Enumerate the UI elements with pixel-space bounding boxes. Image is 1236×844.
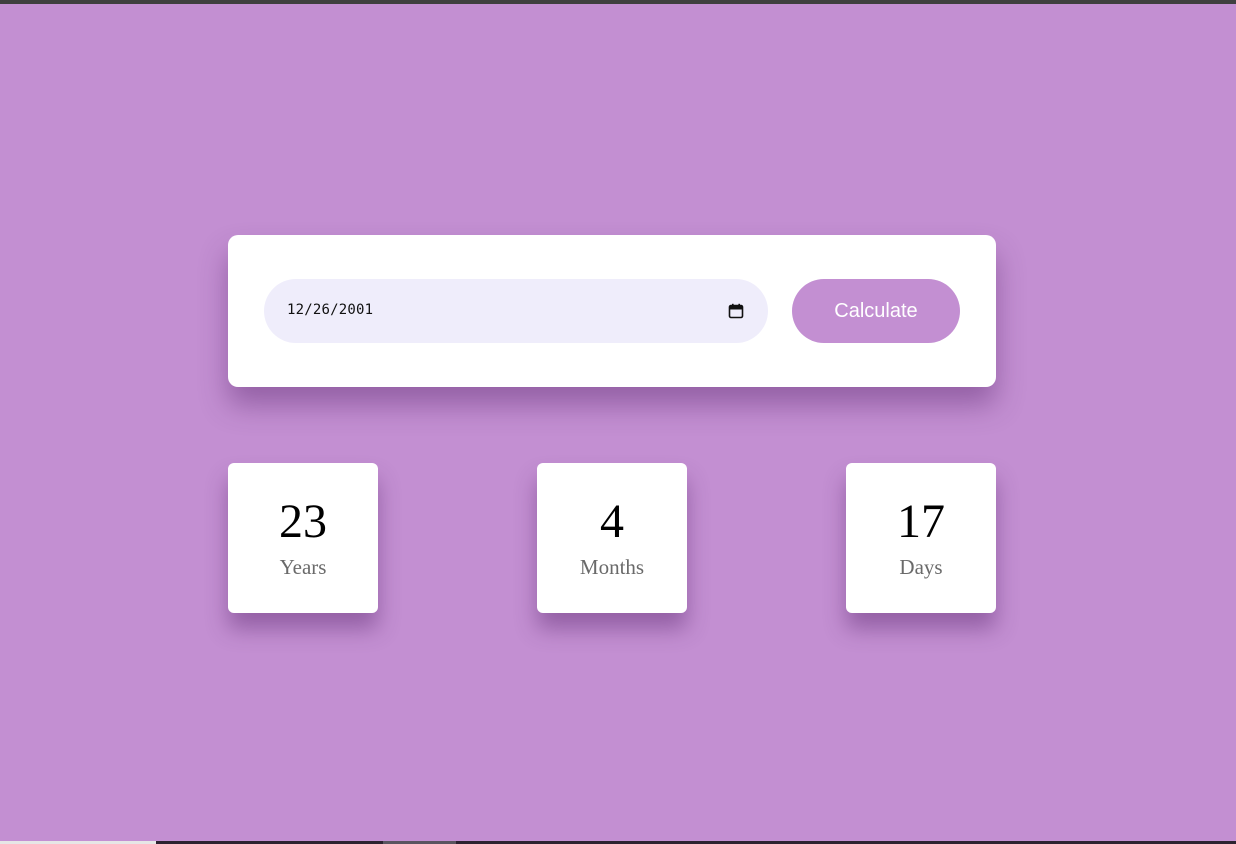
days-card: 17 Days bbox=[846, 463, 996, 613]
date-input-card: 12/26/2001 Calculate bbox=[228, 235, 996, 387]
years-label: Years bbox=[279, 555, 327, 579]
birthdate-value: 12/26/2001 bbox=[287, 302, 374, 318]
calculate-button[interactable]: Calculate bbox=[792, 279, 960, 343]
months-card: 4 Months bbox=[537, 463, 687, 613]
years-value: 23 bbox=[279, 495, 327, 548]
years-card: 23 Years bbox=[228, 463, 378, 613]
months-label: Months bbox=[579, 555, 645, 579]
days-value: 17 bbox=[897, 495, 945, 548]
calendar-icon[interactable] bbox=[728, 303, 744, 319]
months-value: 4 bbox=[600, 495, 624, 548]
window-top-edge bbox=[0, 0, 1236, 4]
birthdate-input[interactable]: 12/26/2001 bbox=[264, 279, 768, 343]
days-label: Days bbox=[899, 555, 943, 579]
